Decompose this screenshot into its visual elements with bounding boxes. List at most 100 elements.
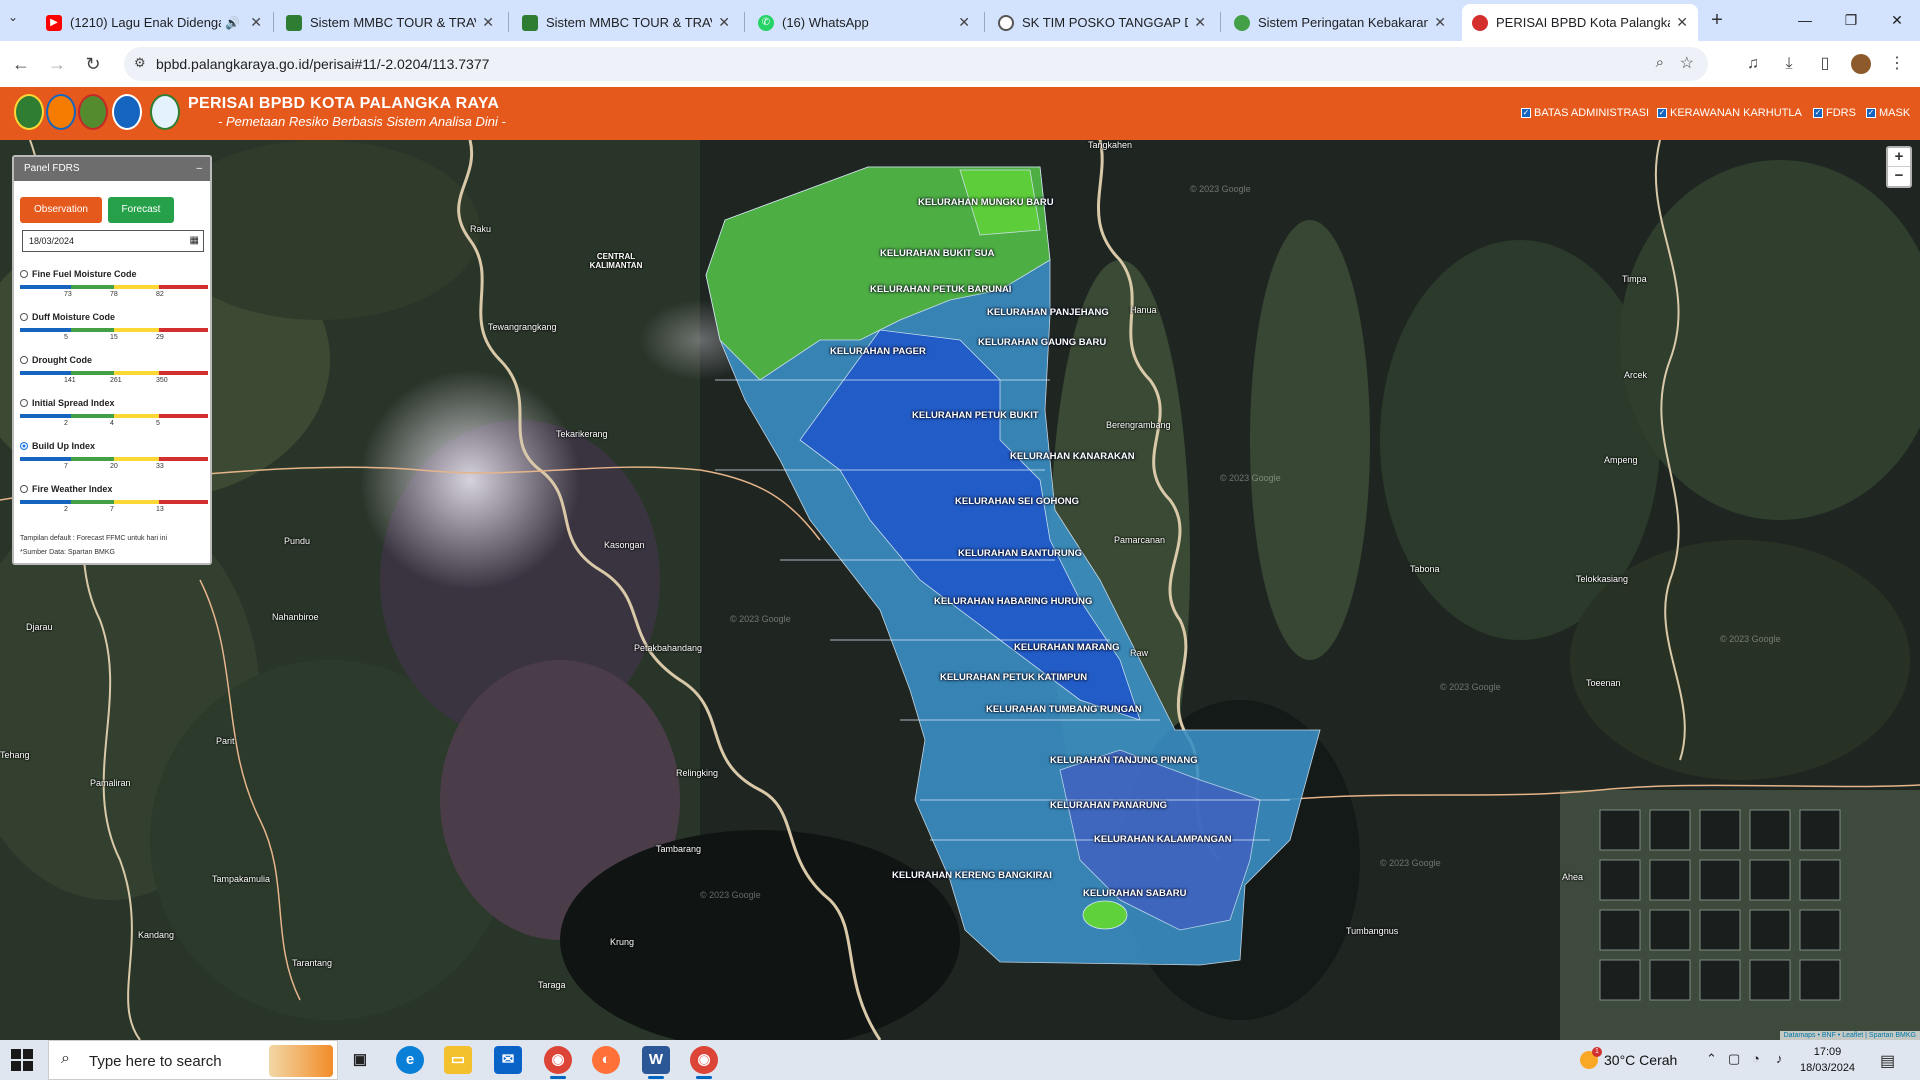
chrome-icon[interactable]: ◉	[544, 1046, 572, 1079]
downloads-icon[interactable]: ⤓	[1776, 51, 1802, 77]
new-tab-button[interactable]: +	[1704, 8, 1730, 34]
kelurahan-label: KELURAHAN PETUK KATIMPUN	[940, 672, 1088, 683]
tab-title: Sistem Peringatan Kebakaran H	[1258, 15, 1429, 30]
index-ticks: 245	[64, 420, 160, 427]
close-tab-icon[interactable]: ✕	[718, 14, 730, 31]
volume-icon[interactable]: ♪	[1776, 1051, 1783, 1066]
minimize-panel-button[interactable]: –	[196, 157, 202, 181]
forecast-button[interactable]: Forecast	[108, 197, 174, 223]
firefox-icon[interactable]: ◐	[592, 1046, 620, 1074]
layer-toggle-mask[interactable]: ✓ MASK	[1866, 107, 1910, 119]
fdrs-panel: Panel FDRS – Observation Forecast 18/03/…	[12, 155, 212, 565]
calendar-icon[interactable]: ▦	[190, 231, 199, 251]
site-info-icon[interactable]: ⚙	[134, 55, 146, 71]
layer-toggle-kerawanan-karhutla[interactable]: ✓ KERAWANAN KARHUTLA	[1657, 107, 1802, 119]
close-tab-icon[interactable]: ✕	[250, 14, 262, 31]
zoom-magnifier-icon[interactable]: ⌕	[1656, 54, 1664, 71]
index-ticks: 7 20 33	[64, 463, 164, 470]
panel-header: Panel FDRS –	[14, 157, 210, 181]
panel-title: Panel FDRS	[24, 163, 80, 174]
map-view[interactable]: KELURAHAN MUNGKU BARU KELURAHAN BUKIT SU…	[0, 140, 1920, 1040]
youtube-icon: ▶	[46, 14, 62, 31]
place-label: Raw	[1130, 648, 1149, 658]
reload-icon[interactable]: ↻	[80, 51, 106, 77]
map-watermark: © 2023 Google	[1220, 473, 1281, 483]
kelurahan-label: KELURAHAN BANTURUNG	[958, 548, 1083, 559]
chrome-profile-icon[interactable]: ◉	[690, 1046, 718, 1079]
fdrs-index-option[interactable]: Initial Spread Index 2 4 5	[20, 398, 208, 428]
app-header: PERISAI BPBD KOTA PALANGKA RAYA - Pemeta…	[0, 87, 1920, 140]
place-label: Tumbangnus	[1346, 926, 1399, 936]
kelurahan-label: KELURAHAN TANJUNG PINANG	[1050, 755, 1198, 766]
fdrs-index-option[interactable]: Duff Moisture Code 5 15 29	[20, 312, 208, 342]
tab-sk-tim-posko[interactable]: SK TIM POSKO TANGGAP DARU ✕	[988, 4, 1216, 41]
minimize-button[interactable]: —	[1782, 6, 1828, 34]
close-tab-icon[interactable]: ✕	[958, 14, 970, 31]
edge-icon[interactable]: e	[396, 1046, 424, 1074]
place-label: Telokkasiang	[1576, 574, 1629, 584]
kelurahan-label: KELURAHAN KANARAKAN	[1010, 451, 1135, 462]
fdrs-index-option[interactable]: Fire Weather Index 2 7 13	[20, 484, 208, 514]
chevron-up-icon[interactable]: ⌃	[1706, 1051, 1717, 1067]
tab-mmbc-2[interactable]: Sistem MMBC TOUR & TRAVEL ✕	[512, 4, 740, 41]
tab-peringatan-kebakaran[interactable]: Sistem Peringatan Kebakaran H ✕	[1224, 4, 1456, 41]
back-arrow-icon[interactable]: ←	[8, 51, 34, 77]
radio-button[interactable]	[20, 485, 28, 493]
radio-button[interactable]	[20, 270, 28, 278]
kelurahan-label: KELURAHAN PETUK BUKIT	[912, 410, 1039, 421]
close-tab-icon[interactable]: ✕	[1676, 14, 1688, 31]
fdrs-index-option[interactable]: Fine Fuel Moisture Code 73 78 82	[20, 269, 208, 299]
place-label: Pamarcanan	[1114, 535, 1166, 545]
tab-whatsapp[interactable]: ✆ (16) WhatsApp ✕	[748, 4, 980, 41]
tab-mmbc-1[interactable]: Sistem MMBC TOUR & TRAVEL ✕	[276, 4, 504, 41]
restore-button[interactable]: ❐	[1828, 6, 1874, 34]
panel-note-source: *Sumber Data: Spartan BMKG	[20, 549, 115, 556]
tab-search-icon[interactable]: ⌄	[8, 10, 18, 24]
task-view-icon[interactable]: ▣	[346, 1046, 374, 1074]
layer-toggle-fdrs[interactable]: ✓ FDRS	[1813, 107, 1856, 119]
wifi-icon[interactable]: ◔	[1752, 1051, 1760, 1066]
menu-kebab-icon[interactable]: ⋮	[1884, 51, 1910, 77]
file-explorer-icon[interactable]: ▭	[444, 1046, 472, 1074]
url-text[interactable]: bpbd.palangkaraya.go.id/perisai#11/-2.02…	[156, 56, 489, 72]
layer-toggle-batas-administrasi[interactable]: ✓ BATAS ADMINISTRASI	[1521, 107, 1649, 119]
tab-title: SK TIM POSKO TANGGAP DARU	[1022, 15, 1188, 30]
media-controls-icon[interactable]: ♫	[1740, 51, 1766, 77]
close-tab-icon[interactable]: ✕	[1434, 14, 1446, 31]
mail-icon[interactable]: ✉	[494, 1046, 522, 1074]
weather-widget[interactable]: 1 30°C Cerah	[1580, 1047, 1677, 1069]
side-panel-icon[interactable]: ▯	[1812, 51, 1838, 77]
radio-button[interactable]	[20, 442, 28, 450]
close-tab-icon[interactable]: ✕	[482, 14, 494, 31]
browser-toolbar: ← → ↻ ⚙ bpbd.palangkaraya.go.id/perisai#…	[0, 41, 1920, 87]
observation-button[interactable]: Observation	[20, 197, 102, 223]
bookmark-star-icon[interactable]: ☆	[1680, 53, 1694, 73]
kelurahan-label: KELURAHAN SABARU	[1083, 888, 1187, 899]
place-label: Tampakamulia	[212, 874, 271, 884]
tab-youtube[interactable]: ▶ (1210) Lagu Enak Didengar 🔊 ✕	[36, 4, 272, 41]
profile-avatar[interactable]	[1848, 51, 1874, 77]
forward-arrow-icon[interactable]: →	[44, 51, 70, 77]
fdrs-index-option[interactable]: Drought Code 141 261 350	[20, 355, 208, 385]
zoom-out-button[interactable]: −	[1888, 167, 1910, 186]
taskbar-search-box[interactable]: ⌕ Type here to search	[48, 1040, 338, 1080]
radio-button[interactable]	[20, 399, 28, 407]
tab-perisai-active[interactable]: PERISAI BPBD Kota Palangka Ra ✕	[1462, 4, 1698, 41]
windows-start-icon[interactable]	[10, 1048, 34, 1072]
address-bar[interactable]: ⚙ bpbd.palangkaraya.go.id/perisai#11/-2.…	[124, 47, 1708, 81]
date-input[interactable]: 18/03/2024 ▦	[22, 230, 204, 252]
meet-now-icon[interactable]: ▢	[1728, 1051, 1740, 1067]
place-label: Ampeng	[1604, 455, 1638, 465]
close-tab-icon[interactable]: ✕	[1194, 14, 1206, 31]
index-label: Build Up Index	[20, 441, 208, 451]
notification-center-icon[interactable]: ▤	[1880, 1051, 1895, 1071]
kelurahan-label: KELURAHAN MUNGKU BARU	[918, 197, 1054, 208]
radio-button[interactable]	[20, 313, 28, 321]
radio-button[interactable]	[20, 356, 28, 364]
word-icon[interactable]: W	[642, 1046, 670, 1079]
zoom-in-button[interactable]: +	[1888, 148, 1910, 167]
fdrs-index-option[interactable]: Build Up Index 7 20 33	[20, 441, 208, 471]
system-clock[interactable]: 17:09 18/03/2024	[1800, 1044, 1855, 1076]
speaker-icon[interactable]: 🔊	[225, 16, 240, 30]
close-window-button[interactable]: ✕	[1874, 6, 1920, 34]
